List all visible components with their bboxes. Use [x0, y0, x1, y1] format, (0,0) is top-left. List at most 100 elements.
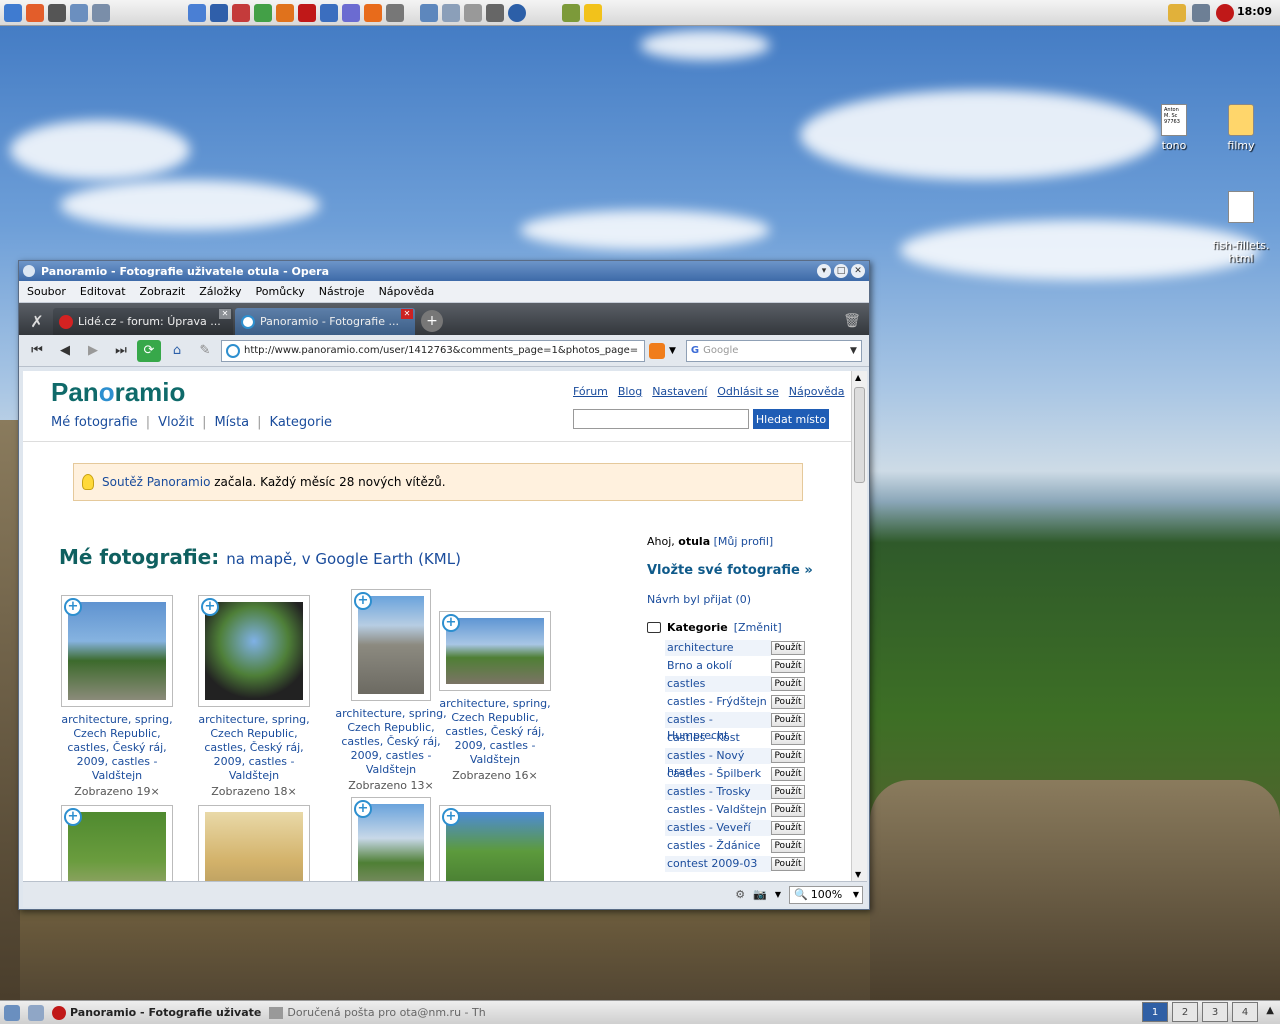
search-field[interactable]: G Google ▼ — [685, 339, 862, 362]
panoramio-logo[interactable]: Panoramio — [51, 377, 185, 408]
camera-icon[interactable]: 📷 — [753, 888, 767, 901]
camera-dropdown-icon[interactable]: ▼ — [775, 890, 781, 899]
forward-icon[interactable]: ▶ — [81, 340, 105, 362]
scroll-thumb[interactable] — [854, 387, 865, 483]
photo-thumbnail[interactable] — [205, 812, 303, 881]
photo-thumbnail[interactable] — [446, 618, 544, 684]
use-button[interactable]: Použít — [771, 641, 805, 655]
photo-thumbnail[interactable] — [446, 812, 544, 881]
menu-editovat[interactable]: Editovat — [80, 285, 126, 298]
taskbar-menu-icon[interactable] — [4, 1004, 20, 1021]
show-desktop-icon[interactable] — [28, 1004, 44, 1021]
use-button[interactable]: Použít — [771, 803, 805, 817]
desktop-icon-tono[interactable]: Anton M. Sc 97763 tono — [1139, 104, 1209, 152]
desktop-icon-filmy[interactable]: filmy — [1206, 104, 1276, 152]
photo-thumbnail[interactable] — [205, 602, 303, 700]
workspace-3[interactable]: 3 — [1202, 1002, 1228, 1022]
maximize-button[interactable]: □ — [834, 264, 848, 278]
menu-pomucky[interactable]: Pomůcky — [256, 285, 305, 298]
map-link[interactable]: na mapě — [226, 550, 292, 568]
home-icon[interactable]: ⌂ — [165, 340, 189, 362]
search-place-button[interactable]: Hledat místo — [753, 409, 829, 429]
turbo-icon[interactable]: ⚙ — [735, 888, 745, 901]
zoom-select[interactable]: 🔍 100% ▼ — [789, 885, 863, 904]
monitor-icon[interactable] — [48, 3, 66, 22]
workspace-4[interactable]: 4 — [1232, 1002, 1258, 1022]
use-button[interactable]: Použít — [771, 749, 805, 763]
app-icon-3[interactable] — [232, 3, 250, 22]
app-icon-7[interactable] — [386, 3, 404, 22]
photo-card[interactable]: + — [51, 805, 183, 881]
opera-icon[interactable] — [298, 3, 316, 22]
add-icon[interactable]: + — [64, 598, 82, 616]
scroll-up-icon[interactable]: ▲ — [855, 373, 861, 382]
contest-link[interactable]: Soutěž Panoramio — [102, 475, 210, 489]
display-icon[interactable] — [92, 3, 110, 22]
window-menu-icon[interactable] — [23, 265, 35, 277]
menu-zobrazit[interactable]: Zobrazit — [140, 285, 186, 298]
network-icon[interactable] — [70, 3, 88, 22]
google-earth-link[interactable]: v Google Earth (KML) — [302, 550, 461, 568]
trash-icon[interactable]: 🗑 — [841, 310, 863, 332]
nav-vlozit[interactable]: Vložit — [158, 415, 194, 430]
menu-napoveda[interactable]: Nápověda — [379, 285, 435, 298]
address-dropdown-icon[interactable]: ▼ — [669, 346, 676, 356]
photo-card[interactable]: + architecture, spring, Czech Republic, … — [51, 595, 183, 799]
tab-panoramio[interactable]: Panoramio - Fotografie ... ✕ — [235, 308, 415, 335]
zoom-dropdown-icon[interactable]: ▼ — [853, 890, 859, 899]
add-icon[interactable]: + — [354, 800, 372, 818]
app-icon-5[interactable] — [320, 3, 338, 22]
app-icon-11[interactable] — [486, 3, 504, 22]
app-icon-10[interactable] — [464, 3, 482, 22]
tab-close-icon[interactable]: ✕ — [219, 309, 231, 319]
add-icon[interactable]: + — [354, 592, 372, 610]
tools-icon[interactable]: ✗ — [23, 308, 51, 335]
task-panoramio[interactable]: Panoramio - Fotografie uživate — [52, 1005, 261, 1020]
link-odhlasit[interactable]: Odhlásit se — [717, 385, 779, 398]
nav-me-fotografie[interactable]: Mé fotografie — [51, 415, 138, 430]
my-profile-link[interactable]: [Můj profil] — [714, 535, 774, 548]
use-button[interactable]: Použít — [771, 785, 805, 799]
use-button[interactable]: Použít — [771, 731, 805, 745]
window-titlebar[interactable]: Panoramio - Fotografie uživatele otula -… — [19, 261, 869, 281]
link-napoveda[interactable]: Nápověda — [789, 385, 845, 398]
use-button[interactable]: Použít — [771, 695, 805, 709]
address-field[interactable]: http://www.panoramio.com/user/1412763&co… — [221, 339, 645, 362]
firefox-icon[interactable] — [276, 3, 294, 22]
nav-mista[interactable]: Místa — [214, 415, 249, 430]
photo-thumbnail[interactable] — [68, 812, 166, 881]
globe-icon[interactable] — [508, 3, 526, 22]
add-icon[interactable]: + — [201, 598, 219, 616]
app-icon-12[interactable] — [562, 3, 580, 22]
menu-zalozky[interactable]: Záložky — [199, 285, 241, 298]
edit-icon[interactable]: ✎ — [193, 340, 217, 362]
use-button[interactable]: Použít — [771, 857, 805, 871]
workspace-2[interactable]: 2 — [1172, 1002, 1198, 1022]
change-categories-link[interactable]: [Změnit] — [734, 621, 782, 634]
kopete-icon[interactable] — [1168, 4, 1186, 22]
workspace-1[interactable]: 1 — [1142, 1002, 1168, 1022]
opera-tray-icon[interactable] — [1216, 4, 1234, 22]
use-button[interactable]: Použít — [771, 767, 805, 781]
app-icon-8[interactable] — [420, 3, 438, 22]
kde-menu-icon[interactable] — [4, 3, 22, 22]
close-button[interactable]: ✕ — [851, 264, 865, 278]
desktop-icon-fish-fillets[interactable]: fish-fillets. html — [1206, 178, 1276, 265]
photo-card[interactable]: + architecture, spring, Czech Republic, … — [188, 595, 320, 799]
add-icon[interactable]: + — [64, 808, 82, 826]
app-icon-4[interactable] — [254, 3, 272, 22]
app-icon-1[interactable] — [188, 3, 206, 22]
reload-icon[interactable]: ⟳ — [137, 339, 161, 362]
minimize-button[interactable]: ▾ — [817, 264, 831, 278]
vertical-scrollbar[interactable]: ▲ ▼ — [851, 371, 867, 881]
rss-icon[interactable] — [364, 3, 382, 22]
add-icon[interactable]: + — [442, 614, 460, 632]
photo-card[interactable]: + — [429, 805, 561, 881]
photo-card[interactable]: + architecture, spring, Czech Republic, … — [429, 611, 561, 783]
menu-nastroje[interactable]: Nástroje — [319, 285, 365, 298]
place-search-input[interactable] — [573, 409, 749, 429]
folder-icon[interactable] — [584, 3, 602, 22]
add-icon[interactable]: + — [442, 808, 460, 826]
task-mail[interactable]: Doručená pošta pro ota@nm.ru - Th — [269, 1006, 486, 1019]
proposal-accepted-link[interactable]: Návrh byl přijat (0) — [647, 593, 751, 606]
